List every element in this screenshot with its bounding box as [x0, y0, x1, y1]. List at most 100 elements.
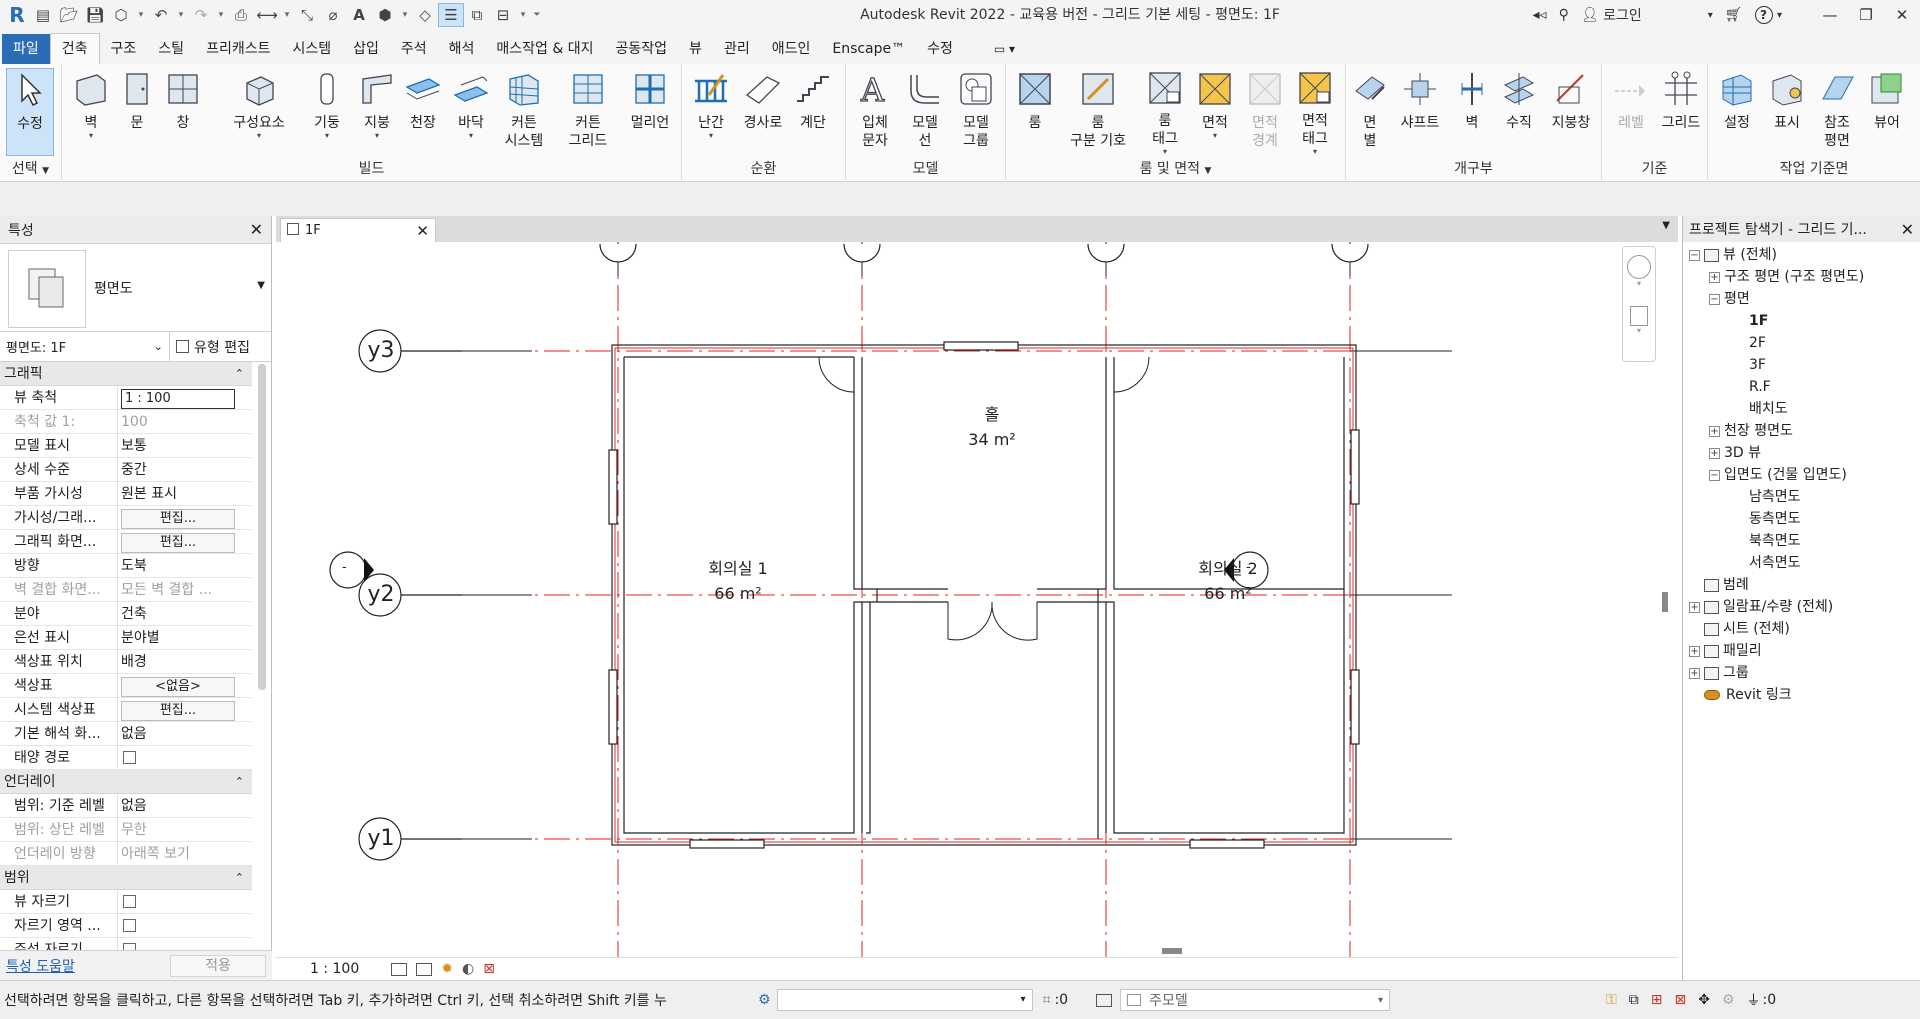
tag-icon[interactable]: ⌀	[320, 3, 346, 27]
binoculars-icon[interactable]: ⚲	[1553, 0, 1575, 30]
stair-button[interactable]: 계단	[788, 68, 838, 156]
redo-icon[interactable]: ↷	[188, 3, 214, 27]
door-room1[interactable]	[818, 356, 855, 393]
property-value[interactable]: 중간	[118, 458, 252, 481]
steering-wheel-icon[interactable]	[1627, 255, 1651, 279]
select-underlay-icon[interactable]: ⧉	[1629, 992, 1639, 1008]
double-door-hall[interactable]	[947, 601, 1038, 641]
collapse-icon[interactable]: ⌃	[235, 770, 244, 793]
door-room2[interactable]	[1113, 356, 1150, 393]
canvas-vscroll-thumb[interactable]	[1662, 592, 1668, 612]
room-tag-button[interactable]: 룸 태그 ▾	[1140, 68, 1190, 156]
window-left-1[interactable]	[608, 449, 618, 525]
browser-node[interactable]: +3D 뷰	[1709, 442, 1761, 464]
tab-collaborate[interactable]: 공동작업	[605, 34, 679, 64]
property-value[interactable]: 모든 벽 결합 ...	[118, 578, 252, 601]
section-icon[interactable]: ◇	[412, 3, 438, 27]
view-scale[interactable]: 1 : 100	[310, 961, 359, 977]
tab-analyze[interactable]: 해석	[438, 34, 486, 64]
browser-node[interactable]: Revit 링크	[1689, 684, 1792, 706]
tab-insert[interactable]: 삽입	[342, 34, 390, 64]
ramp-button[interactable]: 경사로	[738, 68, 788, 156]
minimize-button[interactable]: —	[1812, 0, 1848, 30]
user-icon[interactable]: 👤︎ 로그인	[1575, 0, 1648, 30]
area-boundary-button[interactable]: 면적 경계	[1240, 68, 1290, 156]
property-value[interactable]: 도북	[118, 554, 252, 577]
expand-icon[interactable]: +	[1709, 447, 1720, 459]
browser-node[interactable]: 2F	[1749, 332, 1766, 354]
login-dropdown-icon[interactable]: ▾	[1648, 0, 1719, 30]
redo-dropdown-icon[interactable]: ▾	[214, 3, 228, 27]
property-checkbox[interactable]	[123, 919, 136, 932]
close-hidden-icon[interactable]: ⧉	[464, 3, 490, 27]
browser-node[interactable]: 범례	[1689, 574, 1749, 596]
help-icon[interactable]: ? ▾	[1749, 0, 1812, 30]
window-left-2[interactable]	[608, 669, 618, 745]
tab-architecture[interactable]: 건축	[49, 33, 100, 64]
property-value[interactable]: 보통	[118, 434, 252, 457]
model-group-button[interactable]: 모델 그룹	[950, 68, 1002, 156]
component-button[interactable]: 구성요소 ▾	[222, 68, 296, 156]
window-button[interactable]: 창	[158, 68, 208, 156]
window-right-2[interactable]	[1350, 669, 1360, 745]
collapse-icon[interactable]: ⌃	[235, 362, 244, 385]
browser-node[interactable]: 1F	[1749, 310, 1768, 332]
expand-icon[interactable]: +	[1709, 425, 1720, 437]
room-separator-button[interactable]: 룸 구분 기호	[1058, 68, 1138, 156]
floor-button[interactable]: 바닥 ▾	[446, 68, 496, 156]
collapse-icon[interactable]: ⌃	[235, 866, 244, 889]
tab-structure[interactable]: 구조	[100, 34, 148, 64]
tab-steel[interactable]: 스틸	[147, 34, 195, 64]
tab-systems[interactable]: 시스템	[281, 34, 342, 64]
show-workplane-button[interactable]: 표시	[1762, 68, 1812, 156]
properties-close-icon[interactable]: ✕	[250, 220, 263, 239]
browser-node[interactable]: − 평면	[1709, 288, 1750, 310]
properties-help-link[interactable]: 특성 도움말	[6, 956, 75, 976]
workset-dropdown[interactable]: ▾	[776, 989, 1033, 1011]
background-process-icon[interactable]: ⚙	[1722, 992, 1735, 1008]
tab-massing[interactable]: 매스작업 & 대지	[485, 34, 604, 64]
property-group-header[interactable]: 언더레이 ⌃	[0, 770, 252, 794]
collapse-icon[interactable]: −	[1709, 469, 1720, 481]
crop-view-icon[interactable]: ⊠	[483, 961, 495, 977]
property-value[interactable]: 분야별	[118, 626, 252, 649]
column-button[interactable]: 기둥 ▾	[302, 68, 352, 156]
tab-manage[interactable]: 관리	[713, 34, 761, 64]
ref-plane-button[interactable]: 참조 평면	[1812, 68, 1862, 156]
browser-node[interactable]: 남측면도	[1749, 486, 1801, 508]
zoom-icon[interactable]	[1630, 306, 1648, 326]
grid-bubble-x4[interactable]	[1331, 243, 1369, 263]
wall-button[interactable]: 벽 ▾	[66, 68, 116, 156]
sun-path-icon[interactable]: ✹	[441, 961, 453, 977]
area-button[interactable]: 면적 ▾	[1190, 68, 1240, 156]
project-browser-close-icon[interactable]: ✕	[1901, 220, 1914, 239]
property-group-header[interactable]: 그래픽 ⌃	[0, 362, 252, 386]
viewer-button[interactable]: 뷰어	[1862, 68, 1912, 156]
collapse-icon[interactable]: −	[1709, 293, 1720, 305]
aligned-dimension-icon[interactable]: ⤡	[294, 3, 320, 27]
curtain-system-button[interactable]: 커튼 시스템	[494, 68, 554, 156]
property-value[interactable]: 없음	[118, 794, 252, 817]
property-checkbox[interactable]	[123, 751, 136, 764]
home-icon[interactable]: ▤	[30, 3, 56, 27]
select-links-icon[interactable]: ⚿	[1606, 992, 1617, 1008]
room-tag-meeting1[interactable]: 회의실 1 66 m²	[682, 556, 794, 606]
edit-type-button[interactable]: 유형 편집	[170, 337, 271, 357]
expand-icon[interactable]: +	[1709, 271, 1720, 283]
hall-left-wall[interactable]	[853, 357, 877, 590]
browser-node[interactable]: R.F	[1749, 376, 1771, 398]
level-button[interactable]: 레벨	[1606, 68, 1656, 156]
property-value[interactable]: 무한	[118, 818, 252, 841]
apply-button[interactable]: 적용	[170, 954, 266, 977]
shaft-button[interactable]: 샤프트	[1392, 68, 1448, 156]
window-right-1[interactable]	[1350, 429, 1360, 505]
ceiling-button[interactable]: 천장	[398, 68, 448, 156]
detail-level-icon[interactable]	[391, 962, 408, 976]
canvas-hscroll-thumb[interactable]	[1162, 948, 1182, 954]
wall-opening-button[interactable]: 벽	[1452, 68, 1492, 156]
browser-node[interactable]: + 구조 평면 (구조 평면도)	[1709, 266, 1864, 288]
browser-node[interactable]: + 천장 평면도	[1709, 420, 1793, 442]
undo-dropdown-icon[interactable]: ▾	[174, 3, 188, 27]
browser-node[interactable]: − 뷰 (전체)	[1689, 244, 1777, 266]
cart-icon[interactable]: 🛒︎	[1719, 0, 1749, 30]
